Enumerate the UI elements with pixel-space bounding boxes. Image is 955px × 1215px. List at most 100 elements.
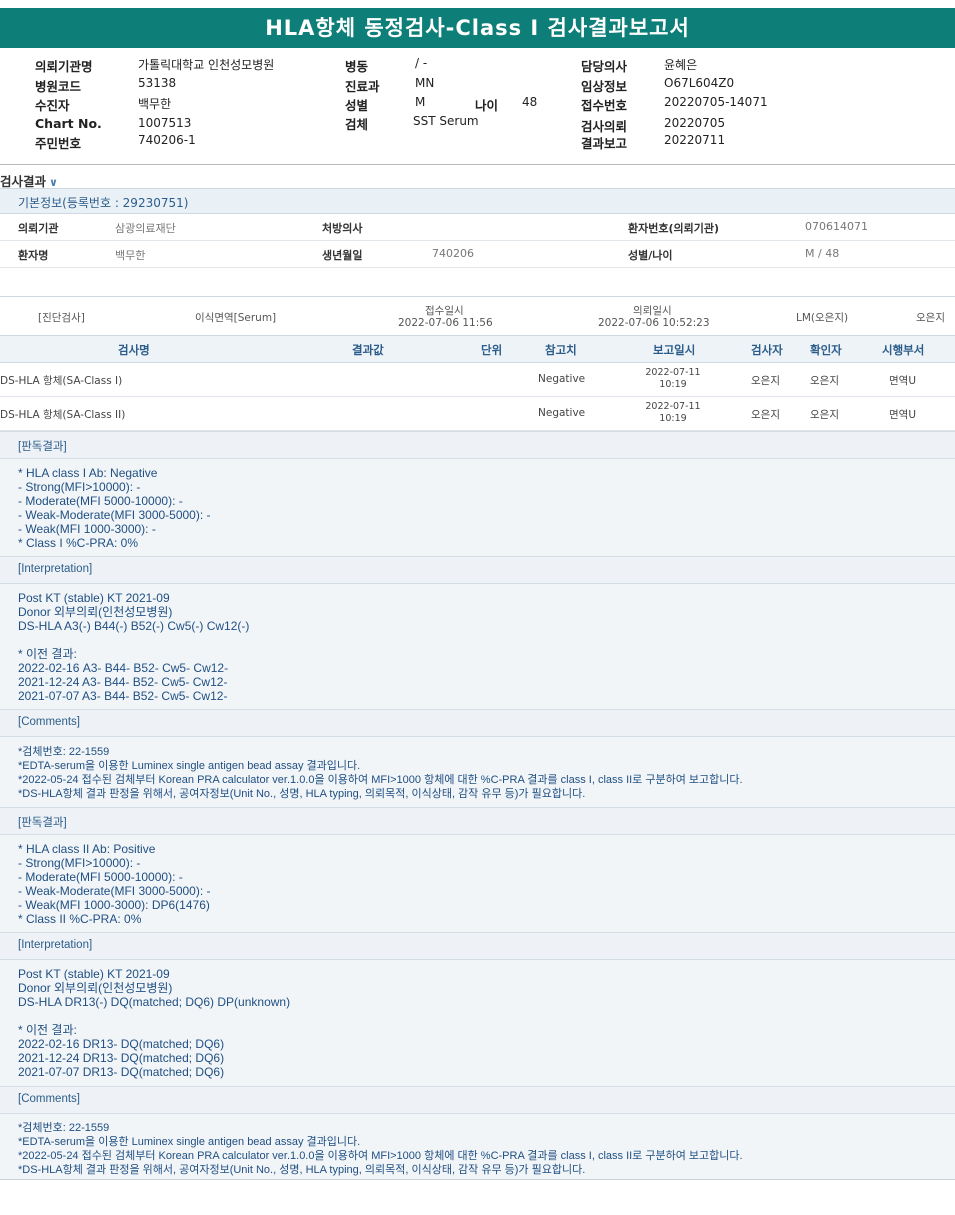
col-confirmer: 확인자 (810, 343, 842, 357)
label-result-report: 결과보고 (581, 136, 628, 151)
block-title: [Interpretation] (18, 939, 93, 951)
patient-info: 의뢰기관명 가톨릭대학교 인천성모병원 병원코드 53138 수진자 백무한 C… (0, 54, 955, 162)
col-tester: 검사자 (751, 343, 783, 357)
value-sex-age: M / 48 (805, 247, 840, 260)
value-requesting-institution: 가톨릭대학교 인천성모병원 (138, 58, 275, 72)
block-header: [Comments] (0, 1086, 955, 1114)
basic-info-row: 의뢰기관 삼광의료재단 처방의사 환자번호(의뢰기관) 070614071 (0, 214, 955, 241)
block-text: *검체번호: 22-1559 *EDTA-serum을 이용한 Luminex … (18, 746, 743, 800)
block-title: [Comments] (18, 1093, 80, 1105)
col-test-name: 검사명 (118, 343, 150, 357)
label-birth-date: 생년월일 (322, 249, 363, 262)
order-person: 오은지 (916, 312, 945, 324)
label-clinical-info: 임상정보 (581, 79, 628, 94)
block-header: [Interpretation] (0, 932, 955, 960)
value-department: MN (415, 76, 435, 90)
label-department: 진료과 (345, 79, 380, 94)
block-text: * HLA class II Ab: Positive - Strong(MFI… (18, 842, 211, 926)
basic-info-header: 기본정보(등록번호 : 29230751) (0, 188, 955, 214)
label-resident-number: 주민번호 (35, 136, 82, 151)
result-report-time: 10:19 (659, 413, 687, 424)
result-reference: Negative (538, 407, 586, 419)
table-row[interactable]: DS-HLA 항체(SA-Class II) Negative 2022-07-… (0, 397, 955, 431)
basic-info-title: 기본정보(등록번호 : 29230751) (18, 196, 189, 210)
order-lm: LM(오은지) (796, 312, 849, 324)
label-patient: 수진자 (35, 98, 70, 113)
col-result-value: 결과값 (352, 343, 384, 357)
value-hospital-code: 53138 (138, 76, 177, 90)
results-table-header: 검사명 결과값 단위 참고치 보고일시 검사자 확인자 시행부서 (0, 336, 955, 363)
order-specimen: 이식면역[Serum] (195, 312, 277, 324)
label-chart-no: Chart No. (35, 116, 102, 131)
result-reference: Negative (538, 373, 586, 385)
result-department: 면역U (889, 409, 917, 421)
label-patient-name: 환자명 (18, 249, 49, 262)
result-confirmer: 오은지 (810, 409, 839, 421)
value-specimen: SST Serum (413, 114, 479, 128)
requested-label: 의뢰일시 (633, 305, 672, 317)
value-clinical-info: O67L604Z0 (664, 76, 735, 90)
block-title: [Interpretation] (18, 563, 93, 575)
label-hospital-code: 병원코드 (35, 79, 82, 94)
col-department: 시행부서 (882, 343, 925, 357)
label-sex: 성별 (345, 98, 369, 113)
value-patient-number: 070614071 (805, 220, 868, 233)
order-row: [진단검사] 이식면역[Serum] 접수일시 2022-07-06 11:56… (0, 298, 955, 336)
block-header: [판독결과] (0, 807, 955, 835)
block-title: [판독결과] (18, 817, 67, 829)
value-result-report: 20220711 (664, 133, 726, 147)
block-header: [Interpretation] (0, 556, 955, 584)
value-test-request: 20220705 (664, 116, 726, 130)
value-physician: 윤혜은 (664, 58, 698, 72)
block-title: [Comments] (18, 716, 80, 728)
label-receipt-number: 접수번호 (581, 98, 628, 113)
block-header: [판독결과] (0, 431, 955, 459)
divider (0, 164, 955, 165)
result-report-datetime: 2022-07-11 10:19 (640, 367, 706, 391)
result-report-date: 2022-07-11 (645, 401, 701, 412)
spacer-row (0, 269, 955, 297)
requested-datetime: 2022-07-06 10:52:23 (598, 317, 710, 329)
label-sex-age: 성별/나이 (628, 249, 673, 262)
result-report-date: 2022-07-11 (645, 367, 701, 378)
label-physician: 담당의사 (581, 59, 628, 74)
value-age: 48 (522, 95, 538, 109)
result-report-time: 10:19 (659, 379, 687, 390)
label-age: 나이 (475, 98, 499, 113)
value-patient: 백무한 (138, 97, 172, 111)
value-patient-name: 백무한 (115, 249, 146, 262)
value-resident-number: 740206-1 (138, 133, 196, 147)
value-chart-no: 1007513 (138, 116, 192, 130)
basic-info-row: 환자명 백무한 생년월일 740206 성별/나이 M / 48 (0, 241, 955, 268)
result-confirmer: 오은지 (810, 375, 839, 387)
value-sex: M (415, 95, 426, 109)
col-unit: 단위 (481, 343, 503, 357)
block-header: [Comments] (0, 709, 955, 737)
value-birth-date: 740206 (432, 247, 474, 260)
label-patient-number: 환자번호(의뢰기관) (628, 222, 720, 235)
value-institution: 삼광의료재단 (115, 222, 176, 235)
col-reference: 참고치 (545, 343, 577, 357)
result-test-name: DS-HLA 항체(SA-Class II) (0, 409, 126, 421)
result-tester: 오은지 (751, 375, 780, 387)
block-text: Post KT (stable) KT 2021-09 Donor 외부의뢰(인… (18, 967, 291, 1079)
block-text: *검체번호: 22-1559 *EDTA-serum을 이용한 Luminex … (18, 1122, 743, 1176)
received-label: 접수일시 (425, 305, 464, 317)
table-row[interactable]: DS-HLA 항체(SA-Class I) Negative 2022-07-1… (0, 363, 955, 397)
order-type: [진단검사] (38, 312, 85, 324)
col-report-date: 보고일시 (653, 343, 696, 357)
label-prescribing-doctor: 처방의사 (322, 222, 363, 235)
label-requesting-institution: 의뢰기관명 (35, 59, 93, 74)
block-title: [판독결과] (18, 441, 67, 453)
label-specimen: 검체 (345, 117, 369, 132)
result-report-datetime: 2022-07-11 10:19 (640, 401, 706, 425)
value-ward: / - (415, 56, 428, 70)
label-institution: 의뢰기관 (18, 222, 59, 235)
result-tester: 오은지 (751, 409, 780, 421)
block-text: Post KT (stable) KT 2021-09 Donor 외부의뢰(인… (18, 591, 250, 703)
result-department: 면역U (889, 375, 917, 387)
label-ward: 병동 (345, 59, 369, 74)
result-test-name: DS-HLA 항체(SA-Class I) (0, 375, 123, 387)
value-receipt-number: 20220705-14071 (664, 95, 768, 109)
results-section-title: 검사결과 (0, 174, 47, 189)
